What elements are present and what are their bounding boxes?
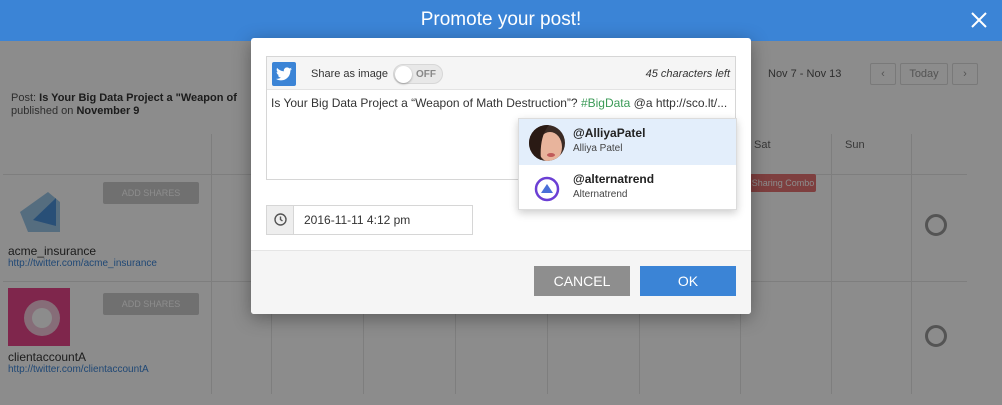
share-as-image-toggle[interactable]: OFF <box>393 64 443 84</box>
twitter-icon <box>272 62 296 86</box>
avatar <box>529 171 565 207</box>
characters-left: 45 characters left <box>645 68 730 80</box>
tweet-hashtag[interactable]: #BigData <box>581 96 630 110</box>
schedule-datetime-value[interactable]: 2016-11-11 4:12 pm <box>304 213 410 227</box>
mention-handle: @AlliyaPatel <box>573 126 646 140</box>
tweet-text-end: @a http://sco.lt/... <box>630 96 728 110</box>
tweet-textarea[interactable]: Is Your Big Data Project a “Weapon of Ma… <box>271 96 733 110</box>
mention-handle: @alternatrend <box>573 172 655 186</box>
toggle-state: OFF <box>416 69 436 80</box>
modal-header: Promote your post! <box>0 0 1002 41</box>
mention-dropdown: @AlliyaPatel Alliya Patel @alternatrend … <box>518 118 737 210</box>
modal-title: Promote your post! <box>420 9 582 30</box>
toggle-knob <box>395 66 412 83</box>
mention-option-alternatrend[interactable]: @alternatrend Alternatrend <box>519 165 736 211</box>
schedule-datetime-field[interactable]: 2016-11-11 4:12 pm <box>266 205 473 235</box>
clock-icon <box>267 206 294 234</box>
close-icon[interactable] <box>970 11 988 29</box>
avatar <box>529 125 565 161</box>
tweet-text: Is Your Big Data Project a “Weapon of Ma… <box>271 96 581 110</box>
composer-header: Share as image OFF 45 characters left <box>267 57 735 90</box>
mention-name: Alternatrend <box>573 189 628 200</box>
mention-name: Alliya Patel <box>573 143 623 154</box>
mention-option-alliyapatel[interactable]: @AlliyaPatel Alliya Patel <box>519 119 736 165</box>
ok-button[interactable]: OK <box>640 266 736 296</box>
share-as-image-label: Share as image <box>311 68 389 80</box>
dialog-footer: CANCEL OK <box>251 251 751 314</box>
cancel-button[interactable]: CANCEL <box>534 266 630 296</box>
